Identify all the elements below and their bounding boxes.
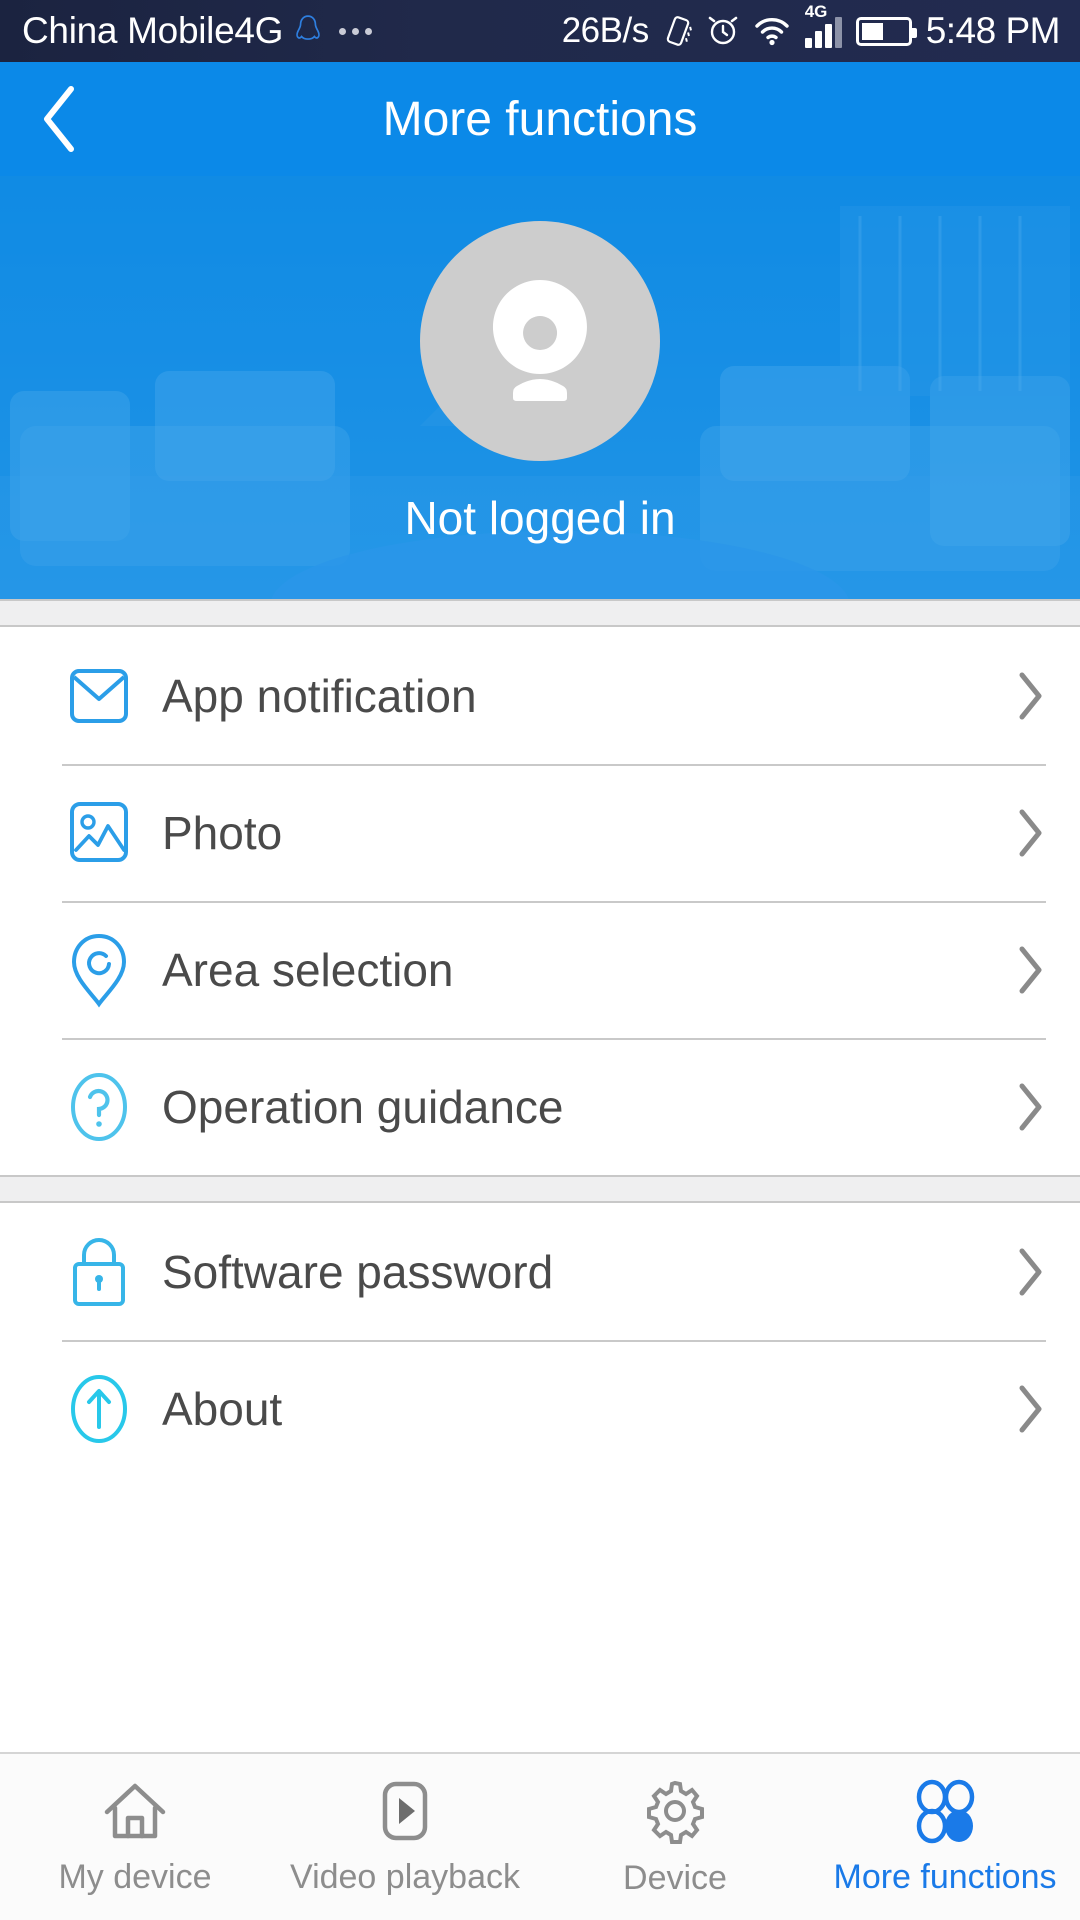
- wifi-icon: [755, 18, 789, 46]
- mail-envelope-icon: [62, 663, 136, 729]
- gear-icon: [647, 1780, 704, 1844]
- menu-group-general: App notification Photo Area selection Op…: [0, 627, 1080, 1175]
- vibrate-icon: [666, 16, 692, 46]
- menu-item-label: About: [162, 1382, 283, 1435]
- qq-penguin-icon: [296, 15, 320, 40]
- clock: 5:48 PM: [925, 10, 1061, 51]
- location-pin-icon: [62, 930, 136, 1010]
- app-header: More functions: [0, 62, 1080, 176]
- menu-item-area-selection[interactable]: Area selection: [0, 901, 1080, 1038]
- nav-tab-device[interactable]: Device: [540, 1754, 810, 1920]
- section-separator-top: [0, 599, 1080, 627]
- menu-item-label: Area selection: [162, 943, 454, 996]
- back-button[interactable]: [0, 62, 120, 176]
- menu-item-label: App notification: [162, 669, 477, 722]
- chevron-right-icon: [1006, 669, 1046, 723]
- nav-tab-label: Device: [623, 1858, 727, 1897]
- home-icon: [104, 1783, 166, 1838]
- section-separator-middle: [0, 1175, 1080, 1203]
- nav-tab-label: Video playback: [290, 1857, 520, 1896]
- play-button-icon: [382, 1781, 428, 1840]
- nav-tab-label: More functions: [833, 1857, 1057, 1896]
- status-bar-right: 26B/s 4G 5:48 PM: [561, 2, 1080, 52]
- arrow-up-circle-icon: [62, 1370, 136, 1448]
- battery-icon: [855, 16, 917, 46]
- network-type-label: 4G: [804, 2, 828, 21]
- chevron-right-icon: [1006, 1080, 1046, 1134]
- status-bar: China Mobile4G 26B/s 4G 5:48 PM: [0, 0, 1080, 62]
- menu-item-label: Photo: [162, 806, 283, 859]
- profile-hero: Not logged in: [0, 176, 1080, 599]
- chevron-right-icon: [1006, 806, 1046, 860]
- menu-item-label: Software password: [162, 1245, 554, 1298]
- avatar[interactable]: [420, 221, 660, 461]
- nav-tab-label: My device: [58, 1857, 212, 1896]
- carrier-name: China Mobile4G: [22, 10, 284, 51]
- signal-bars-icon: 4G: [804, 2, 842, 48]
- more-dots-icon: [339, 27, 373, 35]
- bottom-navigation-bar: My device Video playback Device More fun…: [0, 1752, 1080, 1920]
- menu-group-security: Software password About: [0, 1203, 1080, 1477]
- four-circles-icon: [916, 1779, 975, 1843]
- photo-image-icon: [62, 798, 136, 868]
- nav-tab-more-functions[interactable]: More functions: [810, 1754, 1080, 1920]
- menu-item-operation-guidance[interactable]: Operation guidance: [0, 1038, 1080, 1175]
- chevron-right-icon: [1006, 943, 1046, 997]
- chevron-right-icon: [1006, 1245, 1046, 1299]
- back-chevron-icon: [44, 86, 74, 152]
- status-bar-left: China Mobile4G: [0, 10, 373, 52]
- menu-item-software-password[interactable]: Software password: [0, 1203, 1080, 1340]
- page-title: More functions: [382, 92, 698, 146]
- nav-tab-my-device[interactable]: My device: [0, 1754, 270, 1920]
- alarm-clock-icon: [708, 16, 738, 45]
- login-status-label: Not logged in: [404, 492, 676, 544]
- nav-tab-video-playback[interactable]: Video playback: [270, 1754, 540, 1920]
- padlock-icon: [62, 1234, 136, 1310]
- ip-camera-icon: [492, 280, 587, 401]
- chevron-right-icon: [1006, 1382, 1046, 1436]
- menu-item-about[interactable]: About: [0, 1340, 1080, 1477]
- menu-item-photo[interactable]: Photo: [0, 764, 1080, 901]
- network-speed: 26B/s: [561, 11, 650, 50]
- menu-item-label: Operation guidance: [162, 1080, 564, 1133]
- menu-item-app-notification[interactable]: App notification: [0, 627, 1080, 764]
- question-circle-icon: [62, 1068, 136, 1146]
